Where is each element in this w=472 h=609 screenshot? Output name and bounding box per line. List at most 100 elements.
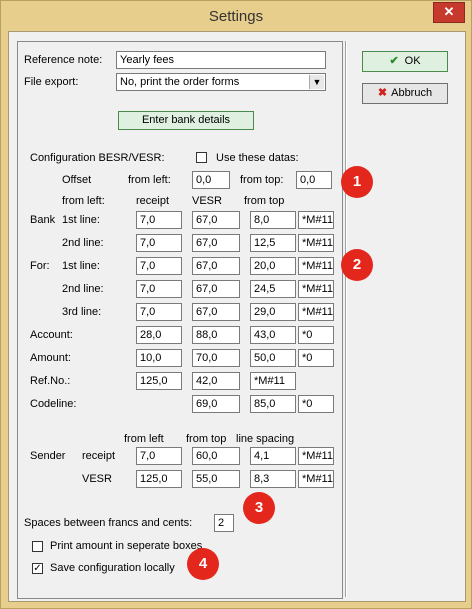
amount-receipt[interactable]: 10,0 (136, 349, 182, 367)
sender-receipt-spacing[interactable]: 4,1 (250, 447, 296, 465)
sender-vesr-top[interactable]: 55,0 (192, 470, 240, 488)
for-line3-receipt[interactable]: 7,0 (136, 303, 182, 321)
save-locally-label: Save configuration locally (50, 562, 175, 574)
codeline-top[interactable]: 85,0 (250, 395, 296, 413)
window-title: Settings (208, 8, 264, 25)
account-top[interactable]: 43,0 (250, 326, 296, 344)
bank-line1-vesr[interactable]: 67,0 (192, 211, 240, 229)
for-line1-label: 1st line: (62, 260, 100, 272)
for-line2-receipt[interactable]: 7,0 (136, 280, 182, 298)
for-line2-font[interactable]: *M#11 (298, 280, 334, 298)
for-line3-vesr[interactable]: 67,0 (192, 303, 240, 321)
for-label: For: (30, 260, 50, 272)
offset-from-top-label: from top: (240, 174, 284, 186)
offset-label: Offset (62, 174, 92, 186)
for-line1-receipt[interactable]: 7,0 (136, 257, 182, 275)
codeline-label: Codeline: (30, 398, 77, 410)
dropdown-arrow-icon[interactable]: ▼ (309, 75, 324, 89)
print-separate-checkbox[interactable] (32, 541, 43, 552)
cancel-label: Abbruch (391, 87, 433, 99)
sender-vesr-label: VESR (82, 473, 112, 485)
for-line1-font[interactable]: *M#11 (298, 257, 334, 275)
account-vesr[interactable]: 88,0 (192, 326, 240, 344)
sender-vesr-font[interactable]: *M#11 (298, 470, 334, 488)
bank-line1-receipt[interactable]: 7,0 (136, 211, 182, 229)
account-label: Account: (30, 329, 73, 341)
header-from-top: from top (244, 195, 285, 207)
for-line3-font[interactable]: *M#11 (298, 303, 334, 321)
sender-receipt-left[interactable]: 7,0 (136, 447, 182, 465)
sender-header-from-left: from left (124, 433, 164, 445)
for-line3-label: 3rd line: (62, 306, 102, 318)
vertical-separator (345, 41, 347, 597)
checkmark-icon: ✔ (389, 55, 399, 67)
bank-line1-label: 1st line: (62, 214, 100, 226)
bank-line2-label: 2nd line: (62, 237, 104, 249)
for-line2-top[interactable]: 24,5 (250, 280, 296, 298)
header-receipt: receipt (136, 195, 170, 207)
use-these-datas-label: Use these datas: (216, 152, 299, 164)
reference-note-input[interactable]: Yearly fees (116, 51, 326, 69)
account-receipt[interactable]: 28,0 (136, 326, 182, 344)
for-line3-top[interactable]: 29,0 (250, 303, 296, 321)
amount-top[interactable]: 50,0 (250, 349, 296, 367)
refno-label: Ref.No.: (30, 375, 71, 387)
config-label: Configuration BESR/VESR: (30, 152, 165, 164)
title-bar: Settings ✕ (1, 1, 471, 33)
for-line1-top[interactable]: 20,0 (250, 257, 296, 275)
codeline-vesr[interactable]: 69,0 (192, 395, 240, 413)
sender-receipt-top[interactable]: 60,0 (192, 447, 240, 465)
bank-line2-top[interactable]: 12,5 (250, 234, 296, 252)
refno-font[interactable]: *M#11 (250, 372, 296, 390)
file-export-select[interactable]: No, print the order forms ▼ (116, 73, 326, 91)
bank-line2-font[interactable]: *M#11 (298, 234, 334, 252)
spaces-input[interactable]: 2 (214, 514, 234, 532)
header-from-left: from left: (62, 195, 105, 207)
for-line2-label: 2nd line: (62, 283, 104, 295)
reference-note-label: Reference note: (24, 54, 103, 66)
bank-line2-receipt[interactable]: 7,0 (136, 234, 182, 252)
file-export-label: File export: (24, 76, 79, 88)
offset-from-top-input[interactable]: 0,0 (296, 171, 332, 189)
bank-line1-top[interactable]: 8,0 (250, 211, 296, 229)
refno-receipt[interactable]: 125,0 (136, 372, 182, 390)
cancel-button[interactable]: ✖ Abbruch (362, 83, 448, 104)
bank-line2-vesr[interactable]: 67,0 (192, 234, 240, 252)
dialog-client: Reference note: Yearly fees File export:… (8, 31, 466, 602)
badge-3: 3 (243, 492, 275, 524)
offset-from-left-label: from left: (128, 174, 171, 186)
sender-vesr-spacing[interactable]: 8,3 (250, 470, 296, 488)
print-separate-label: Print amount in seperate boxes (50, 540, 203, 552)
offset-from-left-input[interactable]: 0,0 (192, 171, 230, 189)
spaces-label: Spaces between francs and cents: (24, 517, 193, 529)
sender-receipt-font[interactable]: *M#11 (298, 447, 334, 465)
badge-2: 2 (341, 249, 373, 281)
sender-header-line-spacing: line spacing (236, 433, 295, 445)
settings-panel: Reference note: Yearly fees File export:… (17, 41, 343, 599)
for-line2-vesr[interactable]: 67,0 (192, 280, 240, 298)
enter-bank-details-button[interactable]: Enter bank details (118, 111, 254, 130)
close-button[interactable]: ✕ (433, 2, 465, 23)
use-these-datas-checkbox[interactable] (196, 152, 207, 163)
badge-4: 4 (187, 548, 219, 580)
codeline-font[interactable]: *0 (298, 395, 334, 413)
save-locally-checkbox[interactable]: ✓ (32, 563, 43, 574)
ok-label: OK (404, 55, 421, 67)
sender-receipt-label: receipt (82, 450, 116, 462)
badge-1: 1 (341, 166, 373, 198)
sender-header-from-top: from top (186, 433, 227, 445)
refno-vesr[interactable]: 42,0 (192, 372, 240, 390)
ok-button[interactable]: ✔ OK (362, 51, 448, 72)
for-line1-vesr[interactable]: 67,0 (192, 257, 240, 275)
amount-label: Amount: (30, 352, 71, 364)
bank-line1-font[interactable]: *M#11 (298, 211, 334, 229)
settings-window: Settings ✕ Reference note: Yearly fees F… (0, 0, 472, 609)
amount-font[interactable]: *0 (298, 349, 334, 367)
sender-vesr-left[interactable]: 125,0 (136, 470, 182, 488)
file-export-value: No, print the order forms (120, 76, 240, 88)
header-vesr: VESR (192, 195, 222, 207)
account-font[interactable]: *0 (298, 326, 334, 344)
amount-vesr[interactable]: 70,0 (192, 349, 240, 367)
sender-label: Sender (30, 450, 66, 462)
bank-label: Bank (30, 214, 56, 226)
